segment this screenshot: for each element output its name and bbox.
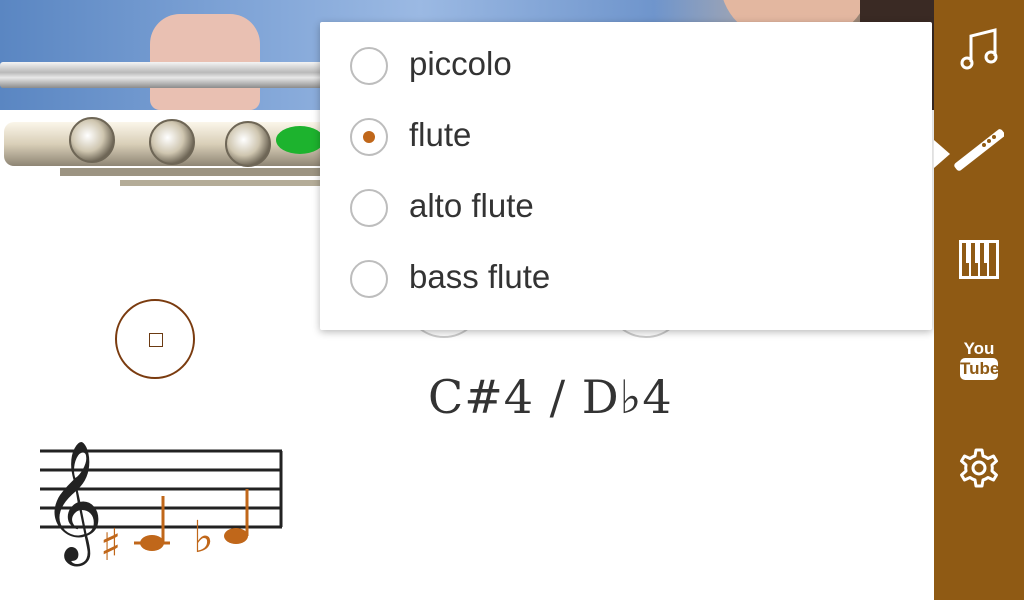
menu-item-alto-flute[interactable]: alto flute [320,173,932,244]
menu-item-bass-flute[interactable]: bass flute [320,244,932,315]
piano-keyboard-icon [959,240,999,279]
flat-icon: ♭ [193,512,214,563]
note-head-c4 [140,535,164,551]
stop-button[interactable] [115,299,195,379]
sharp-icon: ♯ [100,520,121,571]
radio-button-checked[interactable] [350,118,388,156]
flute-key-2 [149,119,195,165]
youtube-icon: You Tube [960,339,1000,380]
flute-key-1 [69,117,115,163]
sidebar-item-settings[interactable] [934,418,1024,518]
sidebar: You Tube [934,0,1024,600]
radio-dot [363,131,375,143]
flute-fingering-diagram [4,117,330,186]
radio-button[interactable] [350,189,388,227]
gear-icon [960,448,998,488]
photo-flute [0,62,330,88]
stop-icon [149,333,163,347]
treble-clef-icon: 𝄞 [42,439,103,566]
sidebar-item-music[interactable] [934,0,1024,100]
radio-button[interactable] [350,47,388,85]
menu-item-piccolo[interactable]: piccolo [320,31,932,102]
menu-item-label: bass flute [409,258,551,295]
menu-item-label: flute [409,116,472,153]
flute-key-3 [225,121,271,167]
sidebar-item-piano[interactable] [934,210,1024,310]
flute-key-pressed [276,126,324,154]
flute-rod-lower [120,180,330,186]
menu-item-label: alto flute [409,187,534,224]
sidebar-item-youtube[interactable]: You Tube [934,318,1024,418]
flute-rod [60,168,330,176]
note-name: C#4 / D♭4 [428,370,673,424]
music-notes-icon [960,28,998,70]
flute-icon [954,129,1004,171]
note-head-d4 [224,528,248,544]
youtube-you-text: You [963,339,995,358]
music-staff: 𝄞 ♯ ♭ [40,439,283,571]
instrument-menu: piccolo flute alto flute bass flute [320,22,932,330]
radio-button[interactable] [350,260,388,298]
menu-item-label: piccolo [409,45,512,82]
menu-item-flute[interactable]: flute [320,102,932,173]
app-root: C#4 / D♭4 𝄞 ♯ ♭ piccolo flute alto flute… [0,0,1024,600]
active-tab-indicator [934,140,950,168]
youtube-tube-text: Tube [960,358,1000,380]
